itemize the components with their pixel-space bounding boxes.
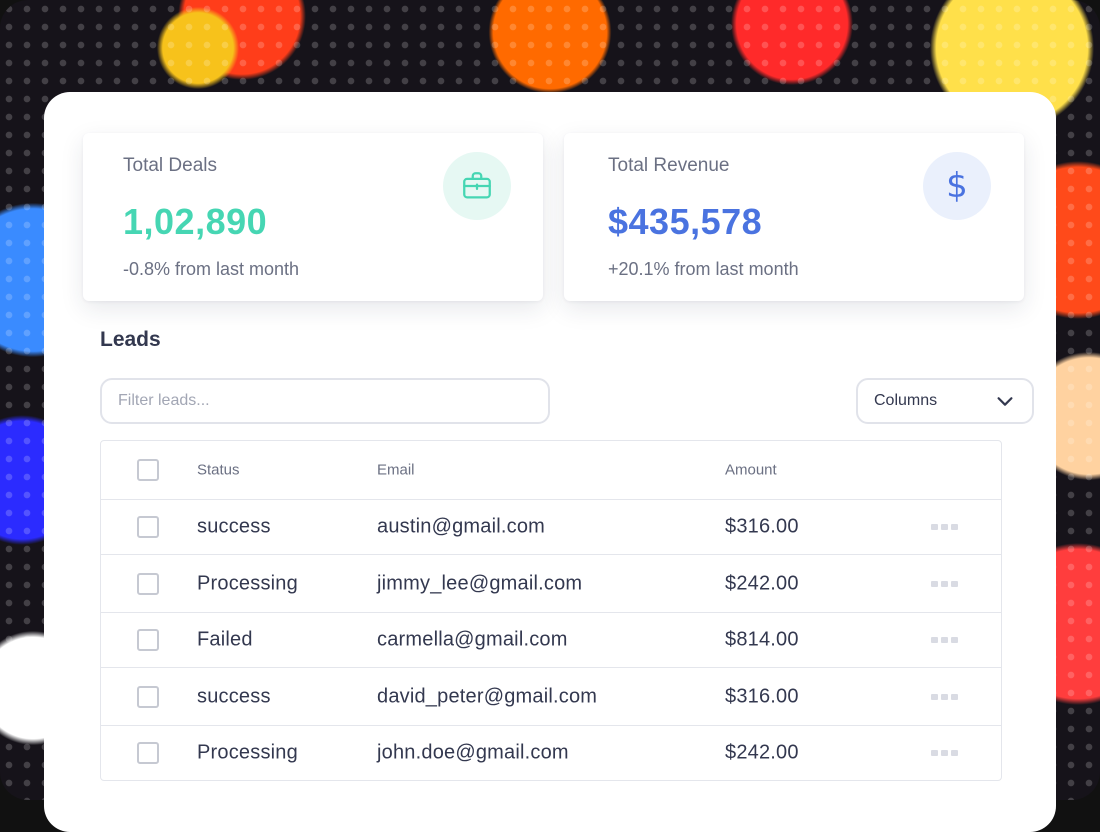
row-checkbox[interactable] (137, 629, 159, 651)
dashboard-panel: Total Deals 1,02,890 -0.8% from last mon… (44, 92, 1056, 832)
row-status: Processing (197, 741, 298, 764)
dollar-icon: $ (923, 152, 991, 220)
row-status: success (197, 685, 271, 707)
row-checkbox[interactable] (137, 572, 159, 595)
more-actions-icon[interactable] (931, 524, 958, 530)
filter-leads-input[interactable] (100, 378, 550, 424)
briefcase-icon (443, 152, 511, 220)
row-email: jimmy_lee@gmail.com (377, 572, 583, 594)
row-email: david_peter@gmail.com (377, 685, 598, 707)
row-email: john.doe@gmail.com (377, 741, 569, 764)
select-all-checkbox[interactable] (137, 459, 159, 481)
row-status: Failed (197, 628, 253, 651)
total-revenue-card: Total Revenue $435,578 +20.1% from last … (564, 133, 1024, 301)
row-status: Processing (197, 572, 298, 594)
table-row: success austin@gmail.com $316.00 (101, 499, 1001, 554)
more-actions-icon[interactable] (931, 637, 958, 643)
total-deals-title: Total Deals (123, 155, 217, 176)
header-status[interactable]: Status (197, 462, 240, 479)
total-revenue-title: Total Revenue (608, 155, 730, 176)
header-amount[interactable]: Amount (725, 462, 777, 479)
row-amount: $316.00 (725, 685, 799, 707)
total-deals-value: 1,02,890 (123, 201, 268, 242)
table-header-row: Status Email Amount (101, 441, 1001, 499)
row-checkbox[interactable] (137, 742, 159, 764)
row-amount: $814.00 (725, 628, 799, 651)
more-actions-icon[interactable] (931, 750, 958, 756)
leads-title: Leads (100, 328, 161, 351)
columns-dropdown-button[interactable]: Columns (856, 378, 1034, 424)
row-amount: $242.00 (725, 741, 799, 764)
header-email[interactable]: Email (377, 462, 415, 479)
row-checkbox[interactable] (137, 516, 159, 538)
total-deals-change: -0.8% from last month (123, 259, 300, 279)
table-row: Processing john.doe@gmail.com $242.00 (101, 725, 1001, 780)
row-email: carmella@gmail.com (377, 628, 568, 651)
chevron-down-icon (997, 397, 1013, 406)
row-checkbox[interactable] (137, 685, 159, 708)
total-revenue-change: +20.1% from last month (608, 259, 799, 279)
total-deals-card: Total Deals 1,02,890 -0.8% from last mon… (83, 133, 543, 301)
total-revenue-value: $435,578 (608, 201, 763, 242)
table-row: success david_peter@gmail.com $316.00 (101, 667, 1001, 725)
row-status: success (197, 515, 271, 538)
row-amount: $242.00 (725, 572, 799, 594)
columns-label: Columns (874, 392, 938, 409)
row-amount: $316.00 (725, 515, 799, 538)
row-email: austin@gmail.com (377, 515, 546, 538)
table-row: Failed carmella@gmail.com $814.00 (101, 612, 1001, 667)
leads-table: Status Email Amount success austin@gmail… (100, 440, 1002, 781)
more-actions-icon[interactable] (931, 693, 958, 700)
table-row: Processing jimmy_lee@gmail.com $242.00 (101, 554, 1001, 612)
more-actions-icon[interactable] (931, 580, 958, 587)
